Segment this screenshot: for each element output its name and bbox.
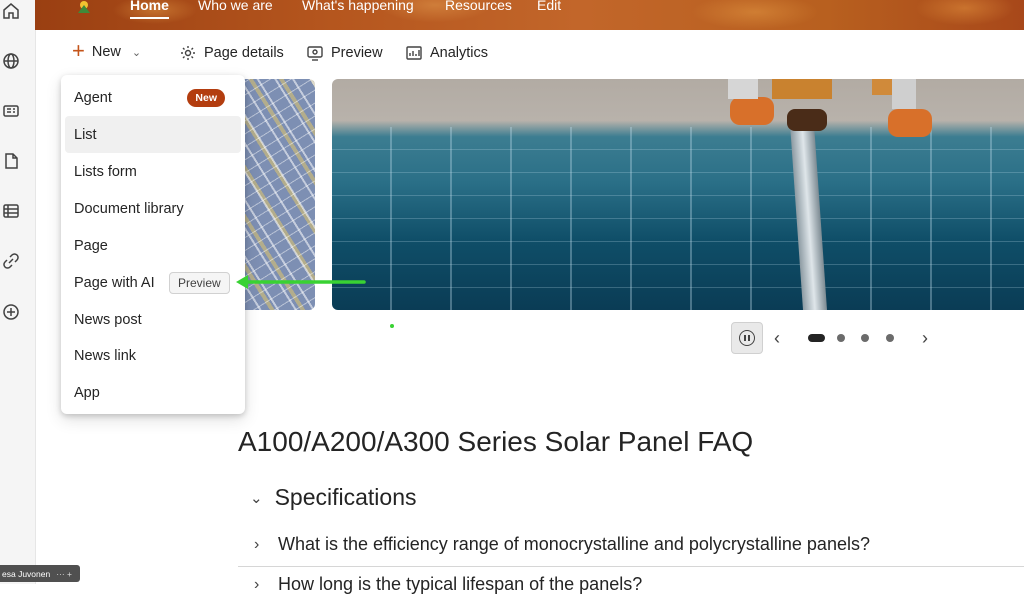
- analytics-button[interactable]: Analytics: [405, 44, 488, 62]
- menu-item-label: News post: [74, 311, 142, 328]
- new-button[interactable]: + New ⌄: [72, 37, 142, 63]
- nav-edit[interactable]: Edit: [537, 0, 561, 13]
- menu-item-list[interactable]: List: [65, 116, 241, 153]
- menu-item-news-link[interactable]: News link: [65, 337, 241, 374]
- faq-question[interactable]: › How long is the typical lifespan of th…: [254, 574, 642, 595]
- chevron-down-icon: ⌄: [250, 489, 263, 507]
- pause-icon: [739, 330, 755, 346]
- link-icon[interactable]: [0, 250, 22, 272]
- faq-divider: [238, 566, 1024, 567]
- carousel-dot[interactable]: [837, 334, 845, 342]
- worker-glove: [888, 109, 932, 137]
- user-tag-label: esa Juvonen: [2, 568, 51, 579]
- menu-item-label: Document library: [74, 200, 184, 217]
- new-badge: New: [187, 88, 225, 107]
- carousel-pause-button[interactable]: [731, 322, 763, 354]
- section-title: Specifications: [274, 484, 417, 510]
- page-details-button[interactable]: Page details: [179, 44, 284, 62]
- worker-boot: [787, 109, 827, 131]
- hub-navigation: Home Who we are What's happening Resourc…: [35, 0, 1024, 30]
- annotation-arrow-icon: [236, 275, 366, 289]
- menu-item-label: News link: [74, 347, 137, 364]
- menu-item-label: Lists form: [74, 163, 137, 180]
- menu-item-lists-form[interactable]: Lists form: [65, 153, 241, 190]
- nav-who-we-are[interactable]: Who we are: [198, 0, 273, 13]
- page-title: A100/A200/A300 Series Solar Panel FAQ: [238, 426, 754, 457]
- preview-button[interactable]: Preview: [306, 44, 383, 62]
- worker-leg: [772, 79, 832, 99]
- worker-sleeve: [728, 79, 758, 99]
- menu-item-document-library[interactable]: Document library: [65, 190, 241, 227]
- menu-item-page[interactable]: Page: [65, 227, 241, 264]
- user-tag[interactable]: esa Juvonen ··· +: [0, 565, 80, 582]
- section-specifications[interactable]: ⌄ Specifications: [250, 484, 417, 511]
- globe-icon[interactable]: [0, 50, 22, 72]
- worker-sleeve: [892, 79, 916, 109]
- site-logo-icon[interactable]: [75, 0, 93, 14]
- news-icon[interactable]: [0, 100, 22, 122]
- home-icon[interactable]: [0, 0, 22, 22]
- hero-slide-image[interactable]: [332, 79, 1024, 310]
- add-circle-icon[interactable]: [0, 301, 22, 323]
- new-button-label: New: [91, 44, 121, 60]
- menu-item-page-with-ai[interactable]: Page with AI Preview: [65, 264, 241, 301]
- menu-item-news-post[interactable]: News post: [65, 301, 241, 338]
- nav-home[interactable]: Home: [130, 0, 169, 19]
- lists-icon[interactable]: [0, 200, 22, 222]
- chevron-down-icon: ⌄: [131, 46, 142, 59]
- menu-item-label: Page with AI: [74, 274, 155, 291]
- app-rail: [0, 0, 36, 584]
- carousel-dot-active[interactable]: [808, 334, 825, 342]
- new-dropdown-menu: Agent New List Lists form Document libra…: [61, 75, 245, 414]
- preview-badge: Preview: [169, 271, 230, 294]
- worker-glove: [730, 97, 774, 125]
- carousel-previous-chevron-icon[interactable]: ‹: [774, 329, 780, 347]
- nav-whats-happening[interactable]: What's happening: [302, 0, 414, 13]
- gear-icon: [181, 46, 195, 60]
- menu-item-label: Agent: [74, 89, 112, 106]
- menu-item-label: App: [74, 384, 100, 401]
- command-bar: + New ⌄ Page details Preview Analytics: [35, 30, 1024, 78]
- preview-label: Preview: [331, 45, 383, 61]
- menu-item-agent[interactable]: Agent New: [65, 79, 241, 116]
- menu-item-label: Page: [74, 237, 108, 254]
- menu-item-app[interactable]: App: [65, 374, 241, 411]
- annotation-dot: [390, 324, 394, 328]
- page-details-label: Page details: [204, 45, 284, 61]
- faq-question[interactable]: › What is the efficiency range of monocr…: [254, 534, 870, 555]
- solar-panel-grid: [332, 127, 1024, 310]
- user-tag-extra: ··· +: [56, 568, 73, 579]
- menu-item-label: List: [74, 126, 97, 143]
- nav-resources[interactable]: Resources: [445, 0, 512, 13]
- preview-icon: [307, 46, 323, 61]
- faq-question-text: How long is the typical lifespan of the …: [278, 574, 643, 594]
- faq-question-text: What is the efficiency range of monocrys…: [278, 534, 870, 554]
- carousel-dot[interactable]: [861, 334, 869, 342]
- analytics-label: Analytics: [430, 45, 489, 61]
- plus-icon: +: [72, 37, 85, 63]
- carousel-next-chevron-icon[interactable]: ›: [922, 329, 928, 347]
- carousel-dot[interactable]: [886, 334, 894, 342]
- analytics-icon: [406, 46, 422, 60]
- chevron-right-icon: ›: [254, 575, 260, 593]
- document-icon[interactable]: [0, 150, 22, 172]
- chevron-right-icon: ›: [254, 535, 260, 553]
